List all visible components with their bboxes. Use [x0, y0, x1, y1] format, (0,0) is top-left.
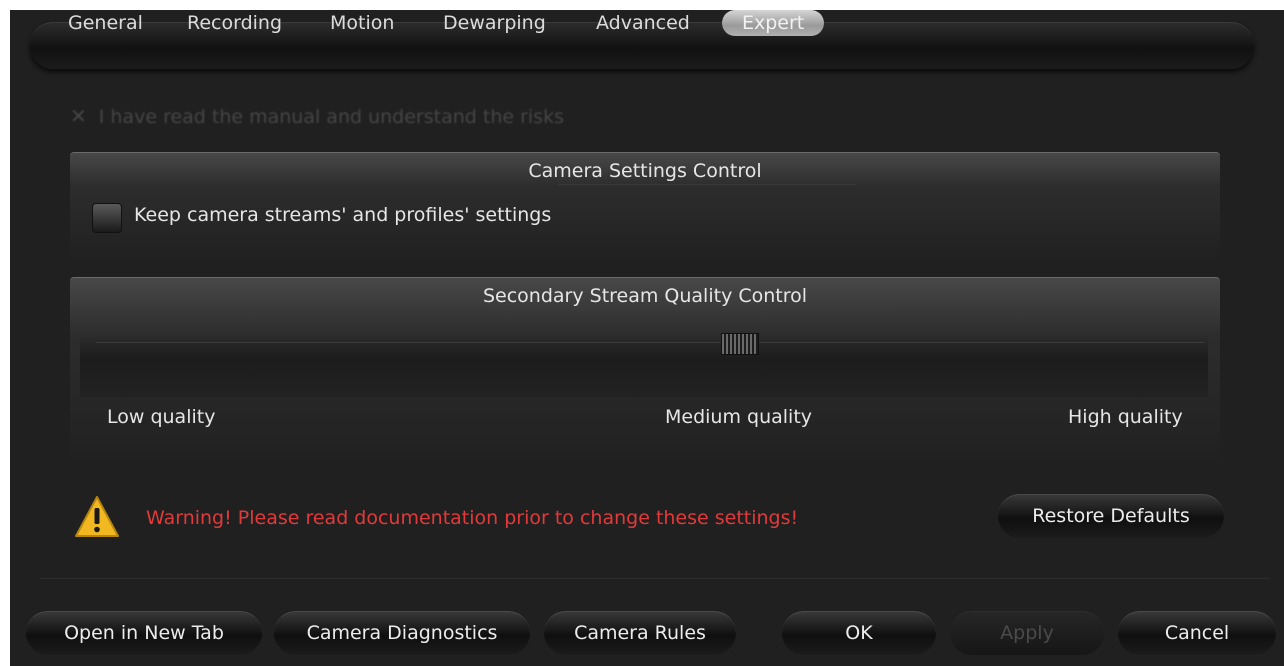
quality-slider-track[interactable]	[96, 342, 1204, 343]
apply-button[interactable]: Apply	[950, 611, 1104, 655]
camera-diagnostics-button[interactable]: Camera Diagnostics	[274, 611, 530, 655]
risk-acknowledge-checkbox[interactable]: ✕ I have read the manual and understand t…	[70, 104, 564, 128]
tab-motion[interactable]: Motion	[330, 10, 394, 36]
ok-button[interactable]: OK	[782, 611, 936, 655]
title-underline	[558, 184, 856, 185]
footer-divider	[40, 578, 1270, 579]
risk-acknowledge-label: I have read the manual and understand th…	[98, 106, 564, 128]
restore-defaults-button[interactable]: Restore Defaults	[998, 494, 1224, 538]
tab-advanced[interactable]: Advanced	[596, 10, 690, 36]
keep-settings-checkbox[interactable]	[92, 203, 122, 233]
low-quality-label: Low quality	[107, 406, 216, 428]
open-in-new-tab-button[interactable]: Open in New Tab	[26, 611, 262, 655]
warning-icon	[75, 496, 119, 537]
cancel-button[interactable]: Cancel	[1118, 611, 1276, 655]
warning-text: Warning! Please read documentation prior…	[146, 507, 799, 529]
quality-slider-handle[interactable]	[720, 333, 759, 355]
keep-settings-label: Keep camera streams' and profiles' setti…	[134, 204, 552, 226]
group-title: Camera Settings Control	[528, 160, 762, 182]
tab-general[interactable]: General	[68, 10, 143, 36]
tab-dewarping[interactable]: Dewarping	[443, 10, 546, 36]
tab-recording[interactable]: Recording	[187, 10, 282, 36]
high-quality-label: High quality	[1068, 406, 1183, 428]
tab-expert[interactable]: Expert	[722, 10, 825, 36]
group-title: Secondary Stream Quality Control	[482, 285, 808, 307]
camera-rules-button[interactable]: Camera Rules	[544, 611, 736, 655]
title-underline	[490, 309, 894, 310]
close-icon: ✕	[70, 104, 87, 128]
medium-quality-label: Medium quality	[665, 406, 813, 428]
